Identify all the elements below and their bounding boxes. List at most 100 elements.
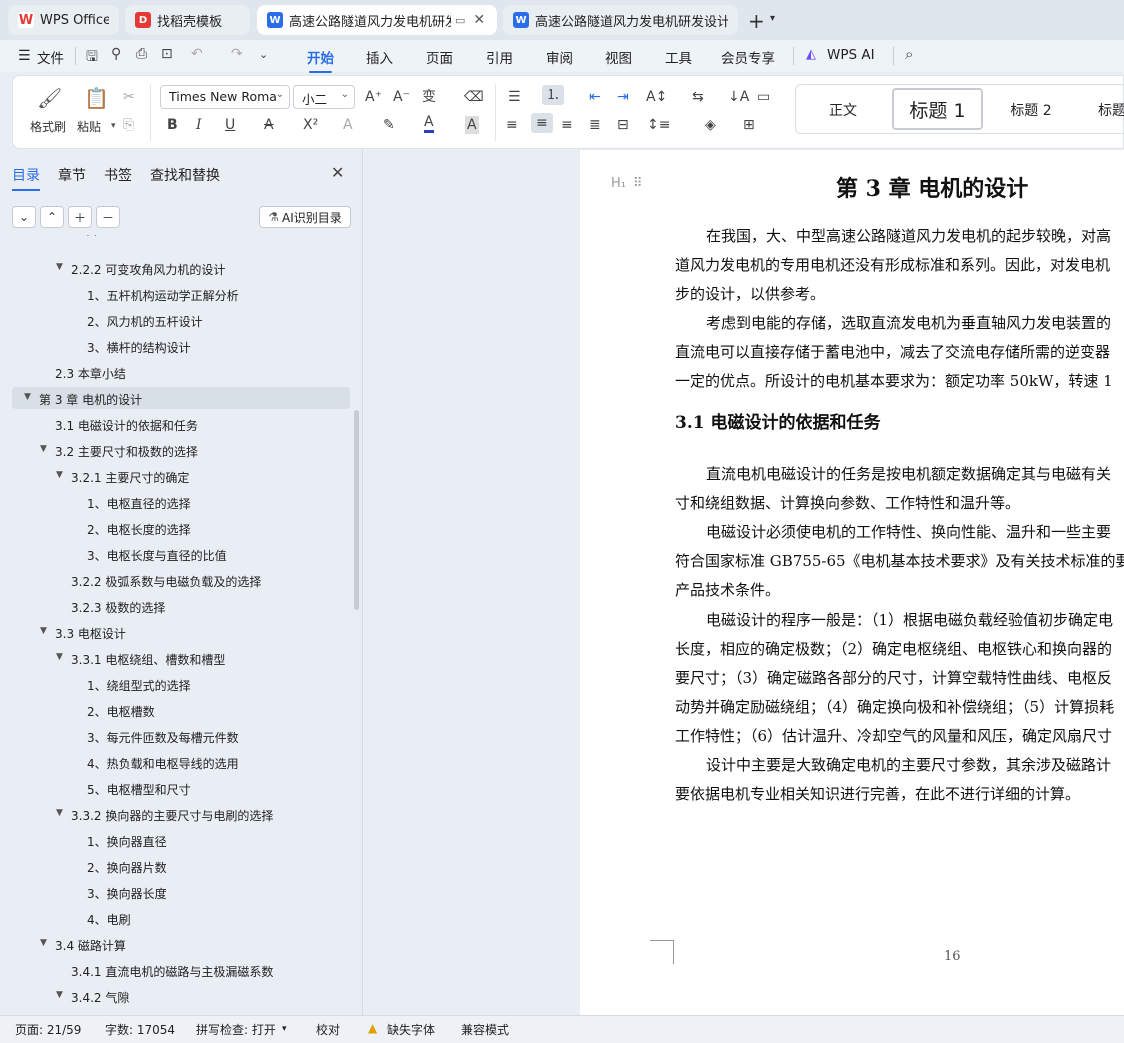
numbered-list-icon[interactable]: ⒈ [542,85,564,105]
toc-item[interactable]: 3.2 主要尺寸和极数的选择 [55,443,198,460]
link-icon[interactable]: ⚲ [111,46,121,62]
toc-item[interactable]: 1、绕组型式的选择 [87,677,191,694]
tab-chapters[interactable]: 章节 [58,165,86,185]
copy-icon[interactable]: ⎘ [123,116,134,134]
menu-icon[interactable]: ☰ [18,48,31,64]
expand-triangle-icon[interactable]: ▼ [56,652,63,662]
font-color-icon[interactable]: A [424,114,434,133]
paste-button[interactable]: 粘贴 [77,118,101,135]
expand-triangle-icon[interactable]: ▼ [40,444,47,454]
toc-item[interactable]: 4、电刷 [87,911,131,928]
align-left-icon[interactable]: ≡ [506,116,518,134]
toc-item[interactable]: 2、换向器片数 [87,859,167,876]
expand-triangle-icon[interactable]: ▼ [40,626,47,636]
style-heading[interactable]: 标题 [1098,88,1124,132]
add-heading-button[interactable]: ＋ [68,206,92,228]
toc-item[interactable]: 第 3 章 电机的设计 [39,391,142,408]
toc-item[interactable]: 2、风力机的五杆设计 [87,313,203,330]
toc-item[interactable]: 3、每元件匝数及每槽元件数 [87,729,239,746]
format-painter-icon[interactable]: 🖌 [37,86,62,110]
character-shading-icon[interactable]: A [465,116,479,134]
tab-document-2[interactable]: W 高速公路隧道风力发电机研发设计 说 [503,5,738,35]
toc-item[interactable]: 2.2.2 可变攻角风力机的设计 [71,261,225,278]
menu-review[interactable]: 审阅 [546,47,573,67]
save-icon[interactable]: 🖫 [86,46,98,70]
toc-item[interactable]: 1、电枢直径的选择 [87,495,191,512]
font-size-select[interactable]: 小二 ⌄ [293,85,355,109]
print-icon[interactable]: ⎙ [136,46,147,62]
strikethrough-icon[interactable]: A [264,116,274,134]
align-right-icon[interactable]: ≡ [561,116,573,134]
bullet-list-icon[interactable]: ☰ [508,88,521,106]
line-spacing-icon[interactable]: ↕≡ [647,116,670,134]
decrease-font-icon[interactable]: A⁻ [393,88,410,106]
redo-icon[interactable]: ↷ [231,46,243,62]
toc-item[interactable]: 3.4.2 气隙 [71,989,129,1006]
collapse-up-button[interactable]: ⌃ [40,206,64,228]
undo-icon[interactable]: ↶ [191,46,203,62]
line-break-icon[interactable]: ⇆ [692,88,704,106]
text-direction-icon[interactable]: A↕ [646,88,667,106]
expand-triangle-icon[interactable]: ▼ [56,262,63,272]
toc-item[interactable]: 3.4 磁路计算 [55,937,126,954]
close-icon[interactable]: ✕ [473,12,485,28]
style-normal[interactable]: 正文 [813,88,873,132]
toc-item[interactable]: 3、换向器长度 [87,885,167,902]
toc-item[interactable]: 3.4.1 直流电机的磁路与主极漏磁系数 [71,963,273,980]
distribute-icon[interactable]: ⊟ [617,116,629,134]
menu-tools[interactable]: 工具 [665,47,692,67]
highlight-icon[interactable]: ✎ [383,116,395,134]
expand-triangle-icon[interactable]: ▼ [40,938,47,948]
increase-indent-icon[interactable]: ⇥ [617,88,629,106]
menu-home[interactable]: 开始 [307,47,334,73]
new-tab-icon[interactable]: + [748,9,765,33]
toc-item[interactable]: 3、电枢长度与直径的比值 [87,547,227,564]
menu-wps-ai[interactable]: WPS AI [827,47,875,63]
expand-triangle-icon[interactable]: ▼ [24,392,31,402]
menu-membership[interactable]: 会员专享 [721,47,775,67]
document-page[interactable]: H₁ ⠿ 第 3 章 电机的设计 在我国，大、中型高速公路隧道风力发电机的起步较… [580,150,1124,1015]
superscript-icon[interactable]: X² [303,116,318,134]
menu-insert[interactable]: 插入 [366,47,393,67]
toc-item[interactable]: 5、电枢槽型和尺寸 [87,781,191,798]
style-heading-2[interactable]: 标题 2 [1001,88,1061,132]
tab-find-replace[interactable]: 查找和替换 [150,165,220,185]
expand-triangle-icon[interactable]: ▼ [56,470,63,480]
toc-item[interactable]: 3.2.2 极弧系数与电磁负载及的选择 [71,573,261,590]
search-icon[interactable]: ⌕ [905,45,913,63]
chevron-down-icon[interactable]: ⌄ [259,48,268,61]
phonetic-guide-icon[interactable]: 变 [422,88,436,106]
toc-item[interactable]: 4、热负载和电枢导线的选用 [87,755,239,772]
borders-icon[interactable]: ⊞ [743,116,755,134]
page-count[interactable]: 页面: 21/59 [15,1021,81,1038]
justify-icon[interactable]: ≣ [589,116,601,134]
italic-icon[interactable]: I [196,116,202,134]
menu-view[interactable]: 视图 [605,47,632,67]
word-count[interactable]: 字数: 17054 [105,1021,175,1038]
chevron-down-icon[interactable]: ▾ [282,1024,287,1034]
toc-item[interactable]: 3.2.3 极数的选择 [71,599,165,616]
screen-icon[interactable]: ▭ [455,14,465,27]
sort-icon[interactable]: ↓A [728,88,749,106]
tab-toc[interactable]: 目录 [12,165,40,191]
proofread-button[interactable]: 校对 [316,1021,340,1038]
toc-item[interactable]: 3.2.1 主要尺寸的确定 [71,469,189,486]
show-marks-icon[interactable]: ▭ [757,88,770,106]
ai-recognize-toc-button[interactable]: ⚗ AI识别目录 [259,206,351,228]
toc-item[interactable]: 1、换向器直径 [87,833,167,850]
style-heading-1[interactable]: 标题 1 [892,88,983,130]
tab-daoke-templates[interactable]: D 找稻壳模板 [125,5,250,35]
align-center-icon[interactable]: ≡ [531,113,553,133]
bold-icon[interactable]: B [167,116,178,134]
tab-document-active[interactable]: W 高速公路隧道风力发电机研发 ▭ ✕ [257,5,497,35]
toc-item[interactable]: 1、五杆机构运动学正解分析 [87,287,239,304]
toc-item[interactable]: 3、横杆的结构设计 [87,339,191,356]
toc-item[interactable]: 2.3 本章小结 [55,365,126,382]
expand-triangle-icon[interactable]: ▼ [56,990,63,1000]
decrease-indent-icon[interactable]: ⇤ [589,88,601,106]
toc-item[interactable]: 3.3 电枢设计 [55,625,126,642]
spell-check-status[interactable]: 拼写检查: 打开 [196,1021,276,1038]
missing-font-button[interactable]: 缺失字体 [387,1021,435,1038]
toc-item[interactable]: 2、电枢长度的选择 [87,521,191,538]
chevron-down-icon[interactable]: ▾ [111,121,116,131]
